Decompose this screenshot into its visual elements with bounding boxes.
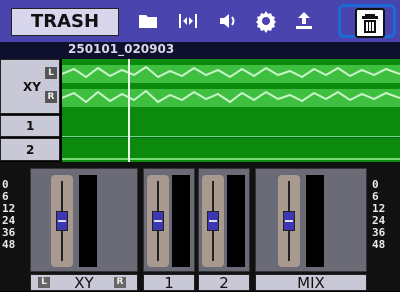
track-label-xy[interactable]: XY L R xyxy=(0,59,60,114)
track-2-line xyxy=(62,158,400,160)
level-meter xyxy=(79,175,97,267)
channel-strip-2 xyxy=(198,168,250,272)
track-label-2[interactable]: 2 xyxy=(0,138,60,161)
fader-knob[interactable] xyxy=(207,211,219,231)
fader-knob[interactable] xyxy=(283,211,295,231)
export-icon[interactable] xyxy=(292,9,316,33)
track-label-text: 1 xyxy=(26,119,35,133)
level-scale-left: 0 6 12 24 36 48 xyxy=(2,178,16,251)
trim-icon[interactable] xyxy=(176,9,200,33)
channel-l-badge: L xyxy=(38,277,50,288)
folder-icon[interactable] xyxy=(136,9,160,33)
channel-label-1[interactable]: 1 xyxy=(143,274,195,292)
track-label-text: 2 xyxy=(26,143,35,157)
channel-label-mix[interactable]: MIX xyxy=(255,274,367,292)
channel-r-badge: R xyxy=(45,91,57,103)
mode-label: TRASH xyxy=(11,8,119,36)
level-meter xyxy=(306,175,324,267)
fader-2[interactable] xyxy=(202,175,224,267)
fader-xy[interactable] xyxy=(51,175,73,267)
fader-mix[interactable] xyxy=(278,175,300,267)
file-name: 250101_020903 xyxy=(68,42,175,56)
track-label-1[interactable]: 1 xyxy=(0,115,60,137)
level-meter xyxy=(172,175,190,267)
toolbar: TRASH xyxy=(0,0,400,42)
mixer: 0 6 12 24 36 48 0 6 12 24 36 48 XY L R 1… xyxy=(0,162,400,292)
fader-knob[interactable] xyxy=(56,211,68,231)
channel-label-2[interactable]: 2 xyxy=(198,274,250,292)
channel-strip-xy xyxy=(30,168,138,272)
file-bar: 250101_020903 xyxy=(0,42,400,59)
channel-l-badge: L xyxy=(45,67,57,79)
playhead[interactable] xyxy=(128,59,130,162)
trash-icon xyxy=(355,8,385,38)
waveform-area[interactable] xyxy=(62,59,400,162)
speaker-icon[interactable] xyxy=(216,9,240,33)
channel-r-badge: R xyxy=(114,277,126,288)
channel-strip-1 xyxy=(143,168,195,272)
fader-1[interactable] xyxy=(147,175,169,267)
channel-strip-mix xyxy=(255,168,367,272)
fader-knob[interactable] xyxy=(152,211,164,231)
track-label-text: XY xyxy=(23,80,41,94)
level-scale-right: 0 6 12 24 36 48 xyxy=(372,178,386,251)
level-meter xyxy=(227,175,245,267)
trash-button[interactable] xyxy=(338,4,396,38)
channel-label-text: XY xyxy=(74,274,94,292)
divider xyxy=(62,137,400,138)
waveform xyxy=(62,65,400,107)
settings-icon[interactable] xyxy=(254,9,278,33)
